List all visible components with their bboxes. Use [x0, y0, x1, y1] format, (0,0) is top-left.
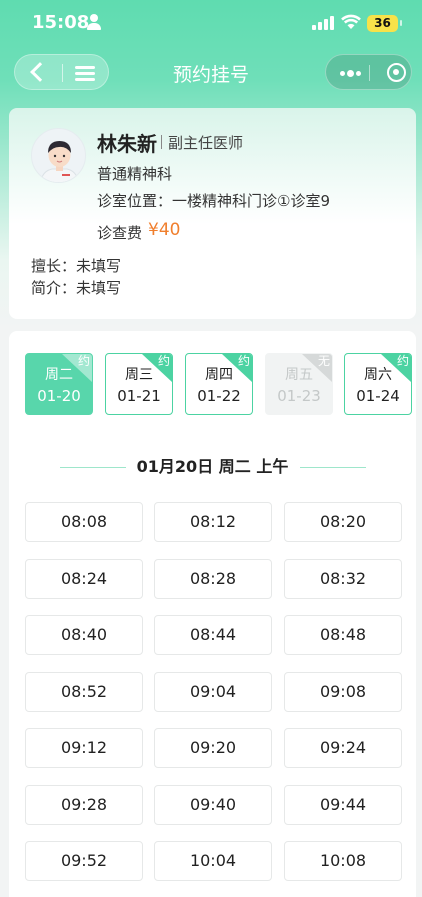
- person-icon: [87, 14, 101, 30]
- time-slot-button[interactable]: 10:08: [284, 841, 402, 881]
- wifi-icon: [341, 14, 361, 29]
- fee-amount: ¥40: [148, 220, 181, 240]
- time-slot-button[interactable]: 09:08: [284, 672, 402, 712]
- session-divider-right: [300, 467, 366, 468]
- date-tab-1[interactable]: 约 周三 01-21: [105, 353, 173, 415]
- time-slot-button[interactable]: 09:28: [25, 785, 143, 825]
- status-bar: 15:08 36: [0, 0, 422, 46]
- time-slot-button[interactable]: 08:08: [25, 502, 143, 542]
- time-slot-button[interactable]: 08:20: [284, 502, 402, 542]
- battery-icon: 36: [367, 15, 402, 32]
- time-slot-button[interactable]: 09:04: [154, 672, 272, 712]
- date-tab-3[interactable]: 无 周五 01-23: [265, 353, 333, 415]
- doctor-card: 林朱新 副主任医师 普通精神科 诊室位置：一楼精神科门诊①诊室9 诊查费 ¥40…: [9, 108, 416, 319]
- date-tab-date: 01-24: [356, 387, 400, 405]
- session-header: 01月20日 周二 上午: [9, 456, 416, 478]
- date-tab-badge: 约: [396, 354, 409, 368]
- date-tab-0[interactable]: 约 周二 01-20: [25, 353, 93, 415]
- time-slot-button[interactable]: 08:28: [154, 559, 272, 599]
- doctor-title: 副主任医师: [161, 132, 243, 153]
- doctor-department: 普通精神科: [97, 165, 173, 183]
- capsule-divider: [369, 65, 370, 81]
- more-icon[interactable]: [340, 70, 362, 77]
- signal-icon: [312, 16, 334, 30]
- time-slot-button[interactable]: 09:44: [284, 785, 402, 825]
- time-slot-button[interactable]: 08:48: [284, 615, 402, 655]
- doctor-room: 诊室位置：一楼精神科门诊①诊室9: [97, 192, 330, 210]
- time-slot-button[interactable]: 09:52: [25, 841, 143, 881]
- mini-program-capsule: [325, 54, 412, 90]
- doctor-name: 林朱新: [97, 132, 157, 156]
- doctor-avatar-icon: [39, 141, 80, 182]
- time-slot-button[interactable]: 08:24: [25, 559, 143, 599]
- time-slot-button[interactable]: 09:20: [154, 728, 272, 768]
- date-tab-badge: 无: [317, 354, 330, 368]
- fee-label: 诊查费: [97, 224, 143, 242]
- doctor-specialty: 擅长：未填写: [31, 257, 122, 275]
- time-slot-button[interactable]: 08:12: [154, 502, 272, 542]
- date-tab-badge: 约: [237, 354, 250, 368]
- close-target-icon[interactable]: [387, 63, 406, 82]
- doctor-avatar: [31, 128, 86, 183]
- time-slot-button[interactable]: 09:24: [284, 728, 402, 768]
- time-slot-button[interactable]: 10:04: [154, 841, 272, 881]
- status-time: 15:08: [32, 12, 90, 33]
- time-slot-button[interactable]: 09:12: [25, 728, 143, 768]
- date-tab-badge: 约: [157, 354, 170, 368]
- date-tab-date: 01-22: [197, 387, 241, 405]
- date-tab-2[interactable]: 约 周四 01-22: [185, 353, 253, 415]
- time-slot-button[interactable]: 08:40: [25, 615, 143, 655]
- date-tab-date: 01-20: [37, 387, 81, 405]
- date-tab-4[interactable]: 约 周六 01-24: [344, 353, 412, 415]
- date-tab-badge: 约: [77, 354, 90, 368]
- time-slot-button[interactable]: 09:40: [154, 785, 272, 825]
- date-tab-date: 01-23: [277, 387, 321, 405]
- time-slot-button[interactable]: 08:52: [25, 672, 143, 712]
- time-slot-button[interactable]: 08:32: [284, 559, 402, 599]
- doctor-intro: 简介：未填写: [31, 279, 122, 297]
- time-slot-button[interactable]: 08:44: [154, 615, 272, 655]
- schedule-panel: 约 周二 01-20 约 周三 01-21 约 周四 01-22 无 周五 01…: [9, 331, 416, 897]
- date-tab-date: 01-21: [117, 387, 161, 405]
